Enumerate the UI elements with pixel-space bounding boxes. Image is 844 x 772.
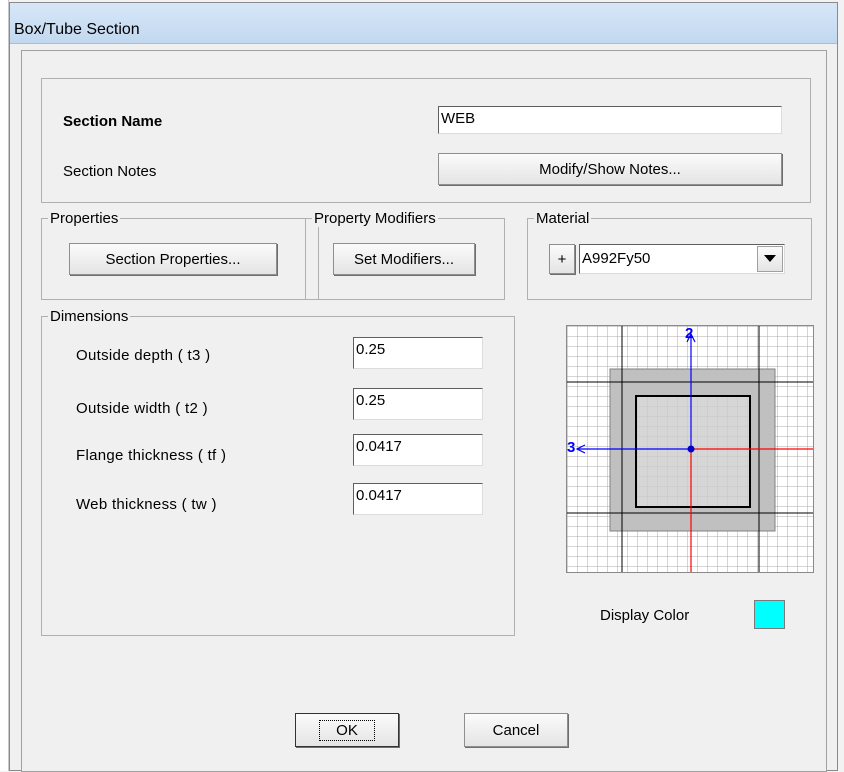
section-notes-label: Section Notes: [63, 163, 157, 180]
section-name-group: Section Name WEB Section Notes Modify/Sh…: [41, 78, 811, 203]
ok-button[interactable]: OK: [295, 713, 399, 747]
background-window-edge: [0, 0, 9, 771]
axis-3-label: 3: [567, 439, 576, 456]
outside-depth-input[interactable]: 0.25: [353, 337, 483, 369]
window-title: Box/Tube Section: [14, 21, 140, 38]
property-modifiers-group: Property Modifiers Set Modifiers...: [305, 210, 505, 300]
dialog-client-area: Section Name WEB Section Notes Modify/Sh…: [21, 50, 827, 772]
properties-group: Properties Section Properties...: [41, 210, 319, 300]
material-add-button[interactable]: +: [549, 244, 575, 274]
web-thickness-input[interactable]: 0.0417: [353, 483, 483, 515]
section-properties-button[interactable]: Section Properties...: [69, 243, 277, 275]
box-tube-section-dialog: Box/Tube Section Section Name WEB Sectio…: [9, 2, 838, 772]
material-selected-value: A992Fy50: [582, 250, 651, 267]
dropdown-arrow-icon[interactable]: [757, 246, 783, 272]
material-group: Material + A992Fy50: [527, 210, 812, 300]
dimension-label-outside-width: Outside width ( t2 ): [76, 400, 208, 417]
dimension-label-web-thickness: Web thickness ( tw ): [76, 496, 217, 513]
display-color-label: Display Color: [600, 607, 690, 624]
modify-show-notes-button[interactable]: Modify/Show Notes...: [438, 153, 782, 185]
title-bar[interactable]: Box/Tube Section: [10, 3, 837, 44]
outside-width-input[interactable]: 0.25: [353, 388, 483, 420]
set-modifiers-button[interactable]: Set Modifiers...: [333, 243, 475, 275]
section-preview-drawing: [567, 326, 813, 572]
dimension-label-flange-thickness: Flange thickness ( tf ): [76, 447, 227, 464]
display-color-swatch[interactable]: [754, 600, 785, 629]
material-legend: Material: [534, 210, 592, 227]
section-name-label: Section Name: [63, 113, 163, 130]
section-preview: 2 3: [566, 325, 814, 573]
axis-2-label: 2: [685, 325, 694, 342]
section-name-input[interactable]: WEB: [438, 106, 782, 134]
flange-thickness-input[interactable]: 0.0417: [353, 434, 483, 466]
property-modifiers-legend: Property Modifiers: [312, 210, 438, 227]
material-dropdown[interactable]: A992Fy50: [579, 244, 785, 274]
dimensions-group: Dimensions Outside depth ( t3 ) 0.25 Out…: [41, 308, 515, 636]
cancel-button[interactable]: Cancel: [464, 713, 568, 747]
properties-legend: Properties: [48, 210, 121, 227]
dimensions-legend: Dimensions: [48, 308, 131, 325]
dimension-label-outside-depth: Outside depth ( t3 ): [76, 347, 211, 364]
ok-button-label: OK: [319, 719, 375, 741]
